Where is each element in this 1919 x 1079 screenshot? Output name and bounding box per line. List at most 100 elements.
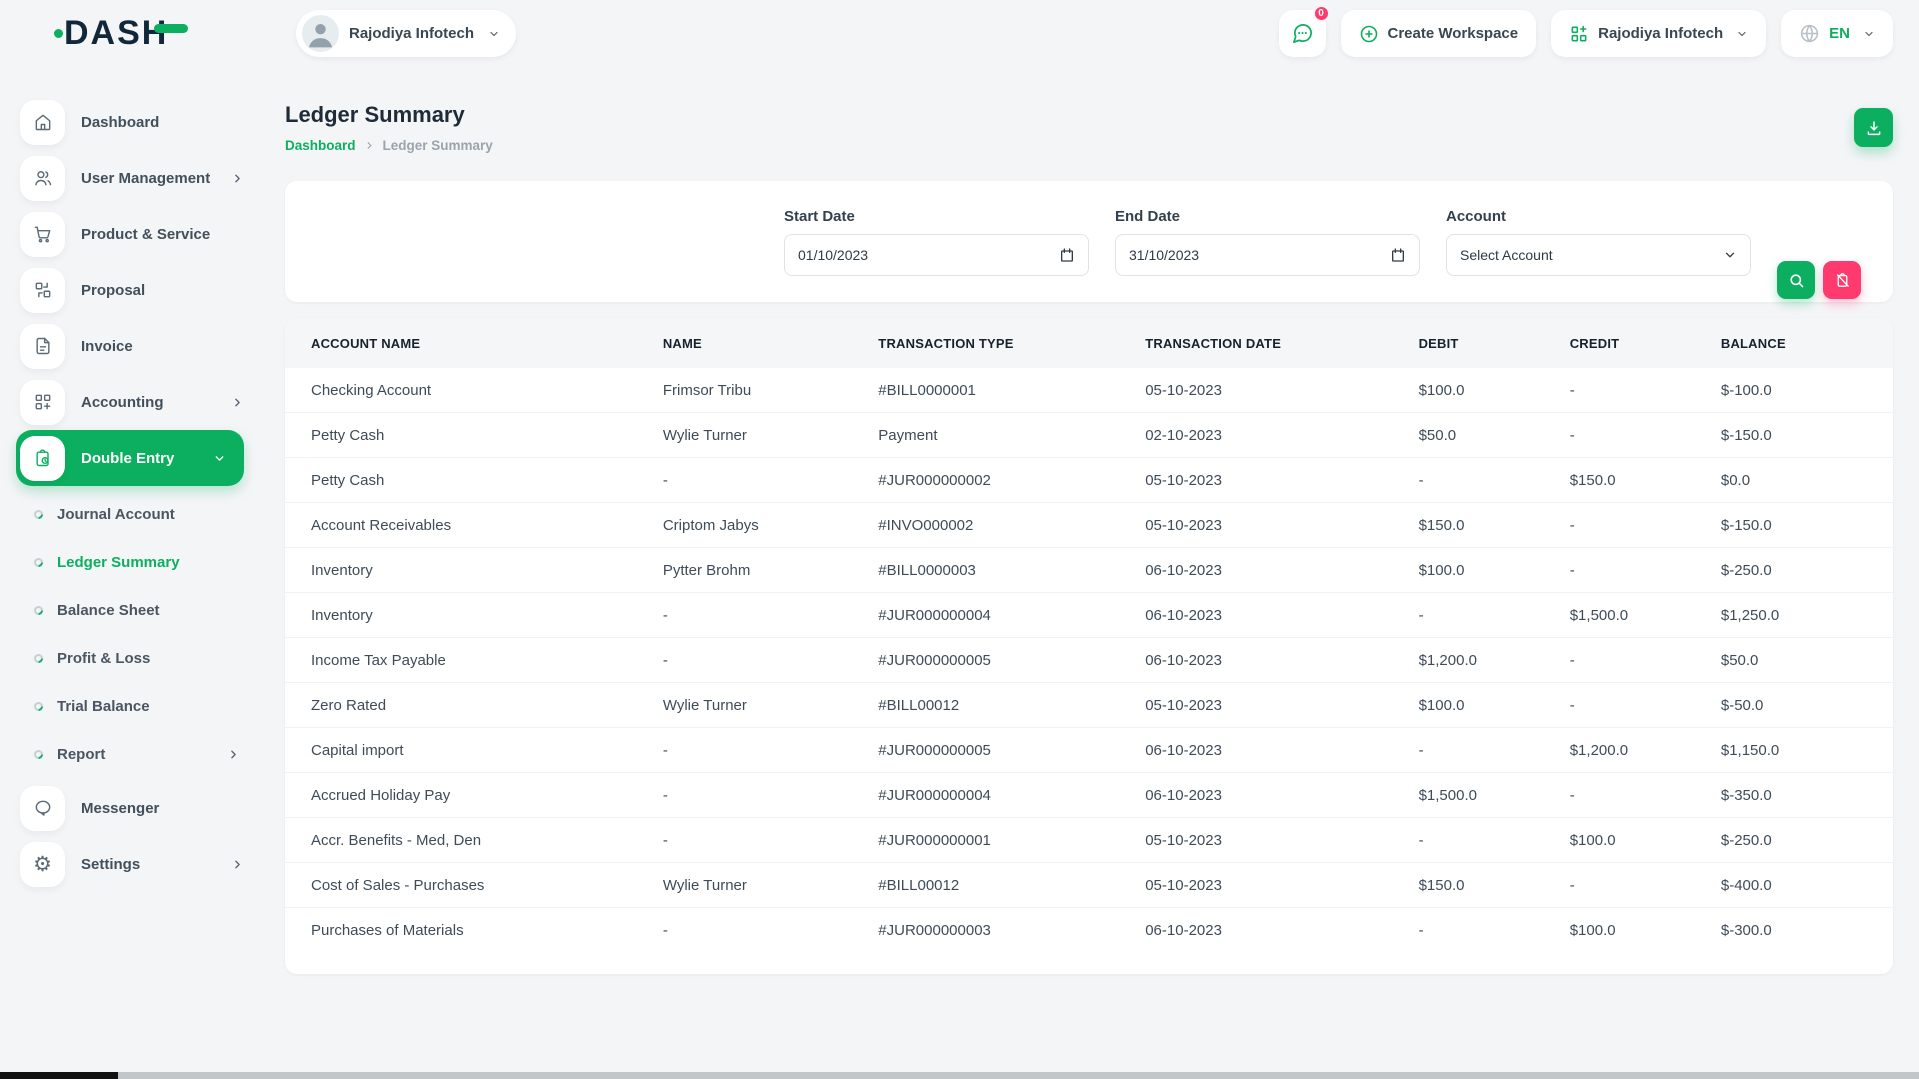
sidebar-subitem-journal-account[interactable]: Journal Account xyxy=(34,490,262,538)
sidebar-item-invoice[interactable]: Invoice xyxy=(20,318,262,374)
filter-panel: Start Date 01/10/2023 End Date 31/10/202… xyxy=(285,181,1893,302)
chevron-right-icon xyxy=(231,858,244,871)
reset-button[interactable] xyxy=(1823,261,1861,299)
table-cell: Capital import xyxy=(285,728,655,773)
table-cell: $0.0 xyxy=(1713,458,1893,503)
table-cell: Checking Account xyxy=(285,368,655,413)
table-cell: $-250.0 xyxy=(1713,818,1893,863)
messages-button[interactable]: 0 xyxy=(1279,10,1326,57)
sidebar-subitem-trial-balance[interactable]: Trial Balance xyxy=(34,682,262,730)
account-select[interactable]: Select Account xyxy=(1446,234,1751,276)
bullet-icon xyxy=(32,508,45,521)
table-cell: 05-10-2023 xyxy=(1137,368,1410,413)
bullet-icon xyxy=(32,652,45,665)
table-cell: Purchases of Materials xyxy=(285,908,655,953)
chevron-right-icon xyxy=(364,140,375,151)
clipboard-off-icon xyxy=(1834,272,1851,289)
table-cell: - xyxy=(655,908,870,953)
table-row: InventoryPytter Brohm#BILL000000306-10-2… xyxy=(285,548,1893,593)
logo-text: DASH xyxy=(64,16,188,50)
table-row: Checking AccountFrimsor Tribu#BILL000000… xyxy=(285,368,1893,413)
sidebar-subitem-balance-sheet[interactable]: Balance Sheet xyxy=(34,586,262,634)
language-selector[interactable]: EN xyxy=(1781,10,1893,57)
table-cell: - xyxy=(655,773,870,818)
ledger-table-card: ACCOUNT NAME NAME TRANSACTION TYPE TRANS… xyxy=(285,319,1893,974)
table-cell: Frimsor Tribu xyxy=(655,368,870,413)
messages-badge: 0 xyxy=(1313,5,1330,22)
table-cell: - xyxy=(1562,368,1713,413)
page-header: Ledger Summary Dashboard Ledger Summary xyxy=(285,102,1893,153)
table-cell: #JUR000000003 xyxy=(870,908,1137,953)
table-cell: 05-10-2023 xyxy=(1137,683,1410,728)
download-icon xyxy=(1865,119,1883,137)
start-date-label: Start Date xyxy=(784,208,1089,225)
table-cell: - xyxy=(1562,638,1713,683)
messenger-chat-icon xyxy=(20,786,65,831)
table-cell: 05-10-2023 xyxy=(1137,503,1410,548)
cart-icon xyxy=(20,212,65,257)
double-entry-clipboard-icon xyxy=(20,436,65,481)
table-row: Accrued Holiday Pay-#JUR00000000406-10-2… xyxy=(285,773,1893,818)
table-cell: - xyxy=(1411,593,1562,638)
sidebar-item-product-service[interactable]: Product & Service xyxy=(20,206,262,262)
sidebar: Dashboard User Management Product & Serv… xyxy=(0,68,262,1079)
sidebar-item-double-entry[interactable]: Double Entry xyxy=(16,430,244,486)
table-cell: Wylie Turner xyxy=(655,683,870,728)
end-date-input[interactable]: 31/10/2023 xyxy=(1115,234,1420,276)
sidebar-item-proposal[interactable]: Proposal xyxy=(20,262,262,318)
workspace-selector[interactable]: Rajodiya Infotech xyxy=(296,10,516,57)
table-cell: $100.0 xyxy=(1411,548,1562,593)
topbar: DASH Rajodiya Infotech 0 Create Workspac… xyxy=(0,0,1919,68)
table-cell: Wylie Turner xyxy=(655,413,870,458)
table-cell: 06-10-2023 xyxy=(1137,908,1410,953)
sidebar-item-settings[interactable]: ⚙ Settings xyxy=(20,836,262,892)
start-date-field: Start Date 01/10/2023 xyxy=(784,208,1089,276)
chevron-down-icon xyxy=(1863,28,1875,40)
table-cell: Payment xyxy=(870,413,1137,458)
table-cell: Accr. Benefits - Med, Den xyxy=(285,818,655,863)
sidebar-item-accounting[interactable]: Accounting xyxy=(20,374,262,430)
sidebar-item-dashboard[interactable]: Dashboard xyxy=(20,94,262,150)
table-cell: $100.0 xyxy=(1562,818,1713,863)
breadcrumb-current: Ledger Summary xyxy=(383,138,493,153)
column-header-transaction-type: TRANSACTION TYPE xyxy=(870,319,1137,368)
sidebar-item-user-management[interactable]: User Management xyxy=(20,150,262,206)
column-header-account-name: ACCOUNT NAME xyxy=(285,319,655,368)
sidebar-item-messenger[interactable]: Messenger xyxy=(20,780,262,836)
table-row: Petty CashWylie TurnerPayment02-10-2023$… xyxy=(285,413,1893,458)
table-cell: 05-10-2023 xyxy=(1137,458,1410,503)
chevron-right-icon xyxy=(231,396,244,409)
table-cell: $1,500.0 xyxy=(1562,593,1713,638)
company-selector[interactable]: Rajodiya Infotech xyxy=(1551,10,1766,57)
table-cell: $-300.0 xyxy=(1713,908,1893,953)
table-cell: Criptom Jabys xyxy=(655,503,870,548)
logo-dash xyxy=(154,24,188,33)
create-workspace-label: Create Workspace xyxy=(1388,25,1519,42)
account-selected-value: Select Account xyxy=(1460,247,1553,263)
table-cell: #BILL0000003 xyxy=(870,548,1137,593)
table-cell: $-150.0 xyxy=(1713,413,1893,458)
globe-icon xyxy=(1799,23,1820,44)
sidebar-subitem-ledger-summary[interactable]: Ledger Summary xyxy=(34,538,262,586)
download-button[interactable] xyxy=(1854,108,1893,147)
table-cell: Inventory xyxy=(285,593,655,638)
bullet-icon xyxy=(32,700,45,713)
table-cell: - xyxy=(1562,683,1713,728)
sidebar-subitem-profit-loss[interactable]: Profit & Loss xyxy=(34,634,262,682)
breadcrumb-dashboard-link[interactable]: Dashboard xyxy=(285,138,356,153)
table-cell: Account Receivables xyxy=(285,503,655,548)
table-cell: Wylie Turner xyxy=(655,863,870,908)
sidebar-subitem-report[interactable]: Report xyxy=(34,730,262,778)
language-code: EN xyxy=(1829,25,1850,42)
table-cell: $150.0 xyxy=(1411,503,1562,548)
workspace-name: Rajodiya Infotech xyxy=(349,25,474,42)
table-cell: $100.0 xyxy=(1411,683,1562,728)
table-cell: Income Tax Payable xyxy=(285,638,655,683)
start-date-input[interactable]: 01/10/2023 xyxy=(784,234,1089,276)
table-cell: 06-10-2023 xyxy=(1137,638,1410,683)
search-button[interactable] xyxy=(1777,261,1815,299)
create-workspace-button[interactable]: Create Workspace xyxy=(1341,10,1537,57)
main-content: Ledger Summary Dashboard Ledger Summary … xyxy=(285,68,1893,974)
chevron-right-icon xyxy=(231,172,244,185)
table-cell: Pytter Brohm xyxy=(655,548,870,593)
